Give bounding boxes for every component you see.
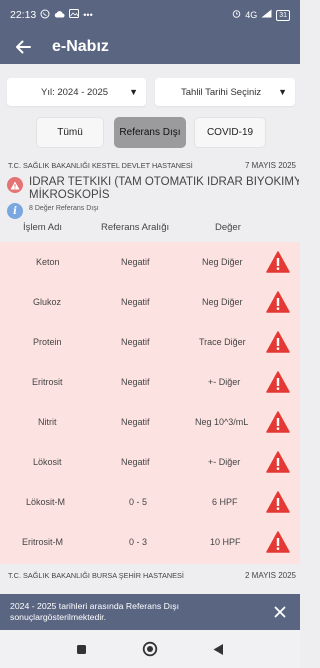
table-row[interactable]: Nitrit Negatif Neg 10^3/mL <box>0 402 300 442</box>
whatsapp-icon <box>40 9 50 22</box>
tab-all[interactable]: Tümü <box>36 117 104 148</box>
info-row: i 8 Değer Referans Dışı <box>7 202 99 220</box>
row-range: 0 - 5 <box>129 497 148 507</box>
row-value: +- Diğer <box>208 457 241 467</box>
table-row[interactable]: Lökosit-M 0 - 5 6 HPF <box>0 482 300 522</box>
result-date: 2 MAYIS 2025 <box>245 570 296 580</box>
year-dropdown-label: Yıl: 2024 - 2025 <box>41 86 109 98</box>
row-range: Negatif <box>121 417 150 427</box>
status-time: 22:13 <box>10 9 37 21</box>
row-name: Protein <box>33 337 62 347</box>
row-range: Negatif <box>121 377 150 387</box>
tab-covid[interactable]: COVID-19 <box>194 117 266 148</box>
row-range: Negatif <box>121 457 150 467</box>
status-bar: 22:13 ••• 4G 31 <box>0 0 300 30</box>
warning-triangle-icon <box>266 291 290 313</box>
filters-row: Yıl: 2024 - 2025 ▼ Tahlil Tarihi Seçiniz… <box>0 72 300 112</box>
page-title: e-Nabız <box>52 38 109 55</box>
row-name: Glukoz <box>33 297 62 307</box>
test-title-line2: MİKROSKOPİS <box>29 189 110 201</box>
hospital-name: T.C. SAĞLIK BAKANLIĞI KESTEL DEVLET HAST… <box>8 160 193 170</box>
home-icon[interactable] <box>141 640 159 658</box>
table-row[interactable]: Eritrosit-M 0 - 3 10 HPF <box>0 522 300 562</box>
more-icon: ••• <box>83 10 93 20</box>
system-nav-bar <box>0 630 300 668</box>
hospital-name: T.C. SAĞLIK BAKANLIĞI BURSA ŞEHİR HASTAN… <box>8 570 184 580</box>
signal-icon <box>261 9 272 21</box>
row-value: Trace Diğer <box>199 337 246 347</box>
warning-triangle-icon <box>266 531 290 553</box>
results-table: Keton Negatif Neg Diğer Glukoz Negatif N… <box>0 242 300 564</box>
close-icon[interactable] <box>270 602 290 622</box>
chevron-down-icon: ▼ <box>278 87 287 97</box>
row-value: Neg Diğer <box>202 257 243 267</box>
row-value: Neg Diğer <box>202 297 243 307</box>
table-row[interactable]: Eritrosit Negatif +- Diğer <box>0 362 300 402</box>
row-name: Eritrosit <box>32 377 63 387</box>
out-of-reference-count: 8 Değer Referans Dışı <box>29 204 99 212</box>
network-type: 4G <box>245 10 258 20</box>
table-row[interactable]: Keton Negatif Neg Diğer <box>0 242 300 282</box>
row-range: Negatif <box>121 337 150 347</box>
warning-badge-icon <box>7 177 23 193</box>
info-icon[interactable]: i <box>7 203 23 219</box>
result-date: 7 MAYIS 2025 <box>245 160 296 170</box>
snackbar: 2024 - 2025 tarihleri arasında Referans … <box>0 594 300 630</box>
test-title-line1: İDRAR TETKİKİ (TAM OTOMATİK İDRAR BİYOKİ… <box>29 176 299 188</box>
warning-triangle-icon <box>266 251 290 273</box>
warning-triangle-icon <box>266 371 290 393</box>
row-name: Lökosit-M <box>26 497 66 507</box>
app-bar: e-Nabız <box>0 30 300 64</box>
battery-indicator: 31 <box>276 9 290 21</box>
row-name: Eritrosit-M <box>22 537 63 547</box>
hospital-header-next: T.C. SAĞLIK BAKANLIĞI BURSA ŞEHİR HASTAN… <box>8 568 296 582</box>
row-value: 10 HPF <box>210 537 241 547</box>
warning-triangle-icon <box>266 451 290 473</box>
alarm-icon <box>232 9 241 21</box>
table-row[interactable]: Lökosit Negatif +- Diğer <box>0 442 300 482</box>
row-name: Nitrit <box>38 417 57 427</box>
test-date-dropdown-label: Tahlil Tarihi Seçiniz <box>181 86 262 98</box>
table-header: İşlem Adı Referans Aralığı Değer <box>0 220 300 238</box>
snackbar-message: 2024 - 2025 tarihleri arasında Referans … <box>10 601 180 622</box>
row-name: Keton <box>36 257 60 267</box>
cloud-icon <box>54 10 65 21</box>
row-range: 0 - 3 <box>129 537 148 547</box>
test-date-dropdown[interactable]: Tahlil Tarihi Seçiniz ▼ <box>155 78 295 106</box>
row-range: Negatif <box>121 257 150 267</box>
warning-triangle-icon <box>266 331 290 353</box>
table-row[interactable]: Glukoz Negatif Neg Diğer <box>0 282 300 322</box>
recents-icon[interactable] <box>72 640 90 658</box>
gallery-icon <box>69 9 80 21</box>
year-dropdown[interactable]: Yıl: 2024 - 2025 ▼ <box>7 78 146 106</box>
table-row[interactable]: Protein Negatif Trace Diğer <box>0 322 300 362</box>
back-icon[interactable] <box>209 640 227 658</box>
warning-triangle-icon <box>266 491 290 513</box>
row-name: Lökosit <box>33 457 62 467</box>
back-arrow-icon[interactable] <box>12 36 34 58</box>
hospital-header: T.C. SAĞLIK BAKANLIĞI KESTEL DEVLET HAST… <box>8 158 296 172</box>
result-filter-tabs: Tümü Referans Dışı COVID-19 <box>0 115 300 151</box>
row-value: +- Diğer <box>208 377 241 387</box>
row-value: Neg 10^3/mL <box>195 417 249 427</box>
chevron-down-icon: ▼ <box>129 87 138 97</box>
column-value: Değer <box>215 222 241 233</box>
row-range: Negatif <box>121 297 150 307</box>
column-reference-range: Referans Aralığı <box>101 222 170 233</box>
tab-out-of-reference[interactable]: Referans Dışı <box>114 117 186 148</box>
warning-triangle-icon <box>266 411 290 433</box>
column-name: İşlem Adı <box>23 222 63 233</box>
row-value: 6 HPF <box>212 497 238 507</box>
